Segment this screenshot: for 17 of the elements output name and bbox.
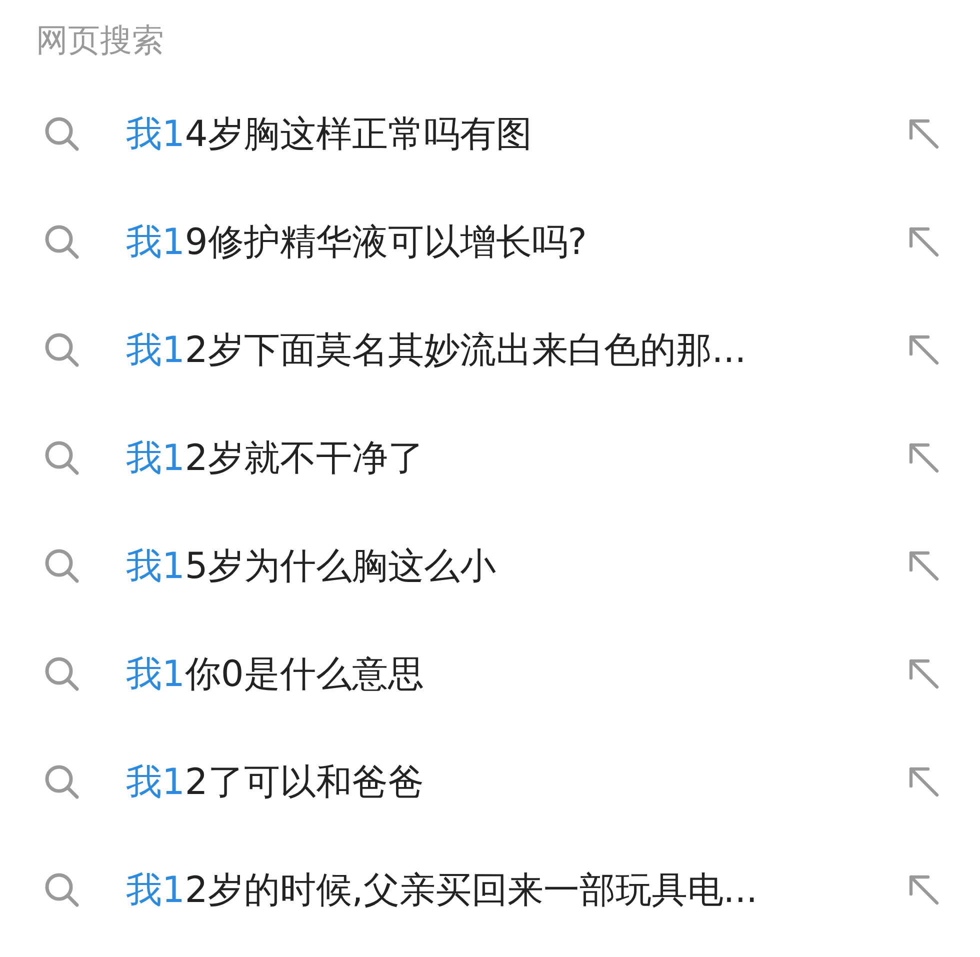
section-title: 网页搜索 [35, 20, 165, 61]
suggestion-text: 我1你0是什么意思 [126, 652, 425, 696]
suggestion-item[interactable]: 我1你0是什么意思 [0, 620, 980, 728]
suggestion-item[interactable]: 我12岁下面莫名其妙流出来白色的那... [0, 296, 980, 404]
suggestion-text: 我12岁就不干净了 [126, 436, 425, 480]
suggestion-item[interactable]: 我12岁就不干净了 [0, 404, 980, 512]
suggestion-item[interactable]: 我14岁胸这样正常吗有图 [0, 80, 980, 188]
suggestion-text: 我15岁为什么胸这么小 [126, 544, 497, 588]
suggestion-item[interactable]: 我12了可以和爸爸 [0, 728, 980, 836]
suggestion-item[interactable]: 我12岁的时候,父亲买回来一部玩具电... [0, 836, 980, 944]
suggestion-item[interactable]: 我15岁为什么胸这么小 [0, 512, 980, 620]
suggestion-text: 我12岁下面莫名其妙流出来白色的那... [126, 328, 748, 372]
suggestion-text: 我14岁胸这样正常吗有图 [126, 112, 533, 156]
suggestion-text: 我12岁的时候,父亲买回来一部玩具电... [126, 868, 759, 912]
suggestion-text: 我19修护精华液可以增长吗? [126, 220, 588, 264]
suggestion-text: 我12了可以和爸爸 [126, 760, 425, 804]
suggestion-item[interactable]: 我19修护精华液可以增长吗? [0, 188, 980, 296]
